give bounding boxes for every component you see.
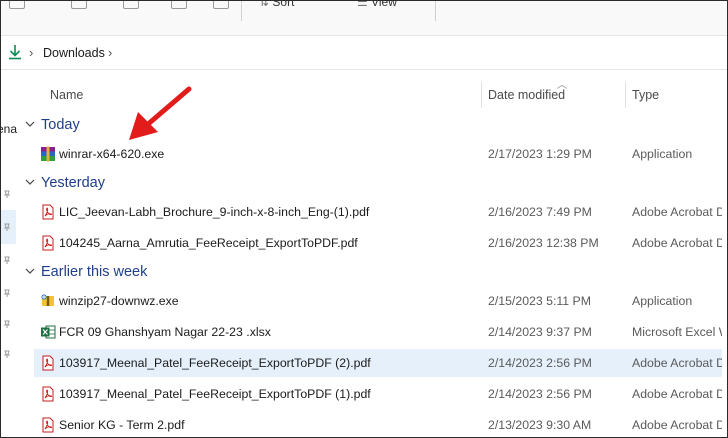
sort-ascending-icon: ︿ [557,80,567,91]
group-header-earlier-this-week[interactable]: Earlier this week [18,262,727,286]
paste-icon[interactable] [123,1,139,9]
file-name: Senior KG - Term 2.pdf [59,418,185,432]
file-row[interactable]: 104245_Aarna_Amrutia_FeeReceipt_ExportTo… [34,229,728,257]
file-name: 103917_Meenal_Patel_FeeReceipt_ExportToP… [59,387,371,401]
share-icon[interactable] [213,1,229,9]
file-type: Microsoft Excel W [632,325,728,339]
file-row[interactable]: winzip27-downwz.exe 2/15/2023 5:11 PM Ap… [34,287,727,315]
view-label: View [371,0,397,9]
file-type: Adobe Acrobat D... [632,356,728,370]
file-name: winzip27-downwz.exe [59,294,179,308]
file-type: Application [632,294,693,308]
pin-icon [3,289,11,297]
column-header-row: Name Date modified Type [18,70,727,108]
pin-icon [3,190,11,198]
chevron-down-icon[interactable] [24,176,36,188]
file-date: 2/16/2023 12:38 PM [488,236,599,250]
file-row[interactable]: FCR 09 Ghanshyam Nagar 22-23 .xlsx 2/14/… [34,318,728,346]
toolbar-divider [435,1,436,21]
excel-icon [41,325,56,339]
group-label: Earlier this week [41,264,148,280]
chevron-right-icon[interactable]: › [108,45,112,60]
group-header-today[interactable]: Today [18,115,727,139]
file-name: LIC_Jeevan-Labh_Brochure_9-inch-x-8-inch… [59,205,370,219]
winzip-icon [41,294,54,306]
pin-icon [3,223,11,231]
pdf-icon [42,386,54,402]
column-divider[interactable] [625,82,626,108]
address-bar[interactable]: › Downloads › [1,36,727,70]
navigation-pane: ena [1,70,17,437]
file-row[interactable]: 103917_Meenal_Patel_FeeReceipt_ExportToP… [34,380,728,408]
toolbar-divider [241,1,242,21]
group-label: Today [41,117,80,133]
sort-button[interactable]: ⇅ Sort [259,0,295,9]
file-row-selected[interactable]: 103917_Meenal_Patel_FeeReceipt_ExportToP… [34,349,728,377]
file-date: 2/13/2023 9:30 AM [488,418,592,432]
command-bar: ⇅ Sort ☰ View [1,1,727,36]
file-row[interactable]: Senior KG - Term 2.pdf 2/13/2023 9:30 AM… [34,411,728,437]
breadcrumb-downloads[interactable]: Downloads [43,46,105,60]
file-row[interactable]: winrar-x64-620.exe 2/17/2023 1:29 PM App… [34,140,727,168]
chevron-down-icon[interactable] [24,265,36,277]
copy-icon[interactable] [71,1,87,9]
cut-icon[interactable] [9,1,25,9]
view-button[interactable]: ☰ View [357,0,397,9]
file-date: 2/14/2023 9:37 PM [488,325,592,339]
file-type: Application [632,147,693,161]
sort-label: Sort [272,0,295,9]
pdf-icon [42,235,54,251]
pdf-icon [42,355,54,371]
pin-icon [3,350,11,358]
pdf-icon [42,204,54,220]
pin-icon [3,256,11,264]
pin-icon [3,320,11,328]
file-row[interactable]: LIC_Jeevan-Labh_Brochure_9-inch-x-8-inch… [34,198,728,226]
column-header-date-modified[interactable]: Date modified [488,88,565,102]
file-name: 103917_Meenal_Patel_FeeReceipt_ExportToP… [59,356,371,370]
file-type: Adobe Acrobat D... [632,236,728,250]
delete-icon[interactable] [171,1,187,9]
file-date: 2/15/2023 5:11 PM [488,294,592,308]
file-type: Adobe Acrobat D... [632,418,728,432]
winrar-icon [41,146,55,162]
file-explorer-window: ⇅ Sort ☰ View › Downloads › ena Name Dat… [0,0,728,438]
file-name: FCR 09 Ghanshyam Nagar 22-23 .xlsx [59,325,271,339]
file-name: winrar-x64-620.exe [59,147,165,161]
file-type: Adobe Acrobat D... [632,387,728,401]
vertical-scrollbar[interactable] [722,109,727,437]
chevron-right-icon[interactable]: › [29,45,33,60]
file-name: 104245_Aarna_Amrutia_FeeReceipt_ExportTo… [59,236,358,250]
group-header-yesterday[interactable]: Yesterday [18,173,727,197]
group-label: Yesterday [41,175,105,191]
file-date: 2/17/2023 1:29 PM [488,147,592,161]
column-header-type[interactable]: Type [632,88,659,102]
file-date: 2/16/2023 7:49 PM [488,205,592,219]
nav-item-label[interactable]: ena [1,122,17,136]
column-header-name[interactable]: Name [50,88,83,102]
file-date: 2/14/2023 2:56 PM [488,356,592,370]
file-date: 2/14/2023 2:56 PM [488,387,592,401]
chevron-down-icon[interactable] [24,118,36,130]
file-type: Adobe Acrobat D... [632,205,728,219]
download-icon [9,45,21,60]
pdf-icon [42,417,54,433]
column-divider[interactable] [481,82,482,108]
